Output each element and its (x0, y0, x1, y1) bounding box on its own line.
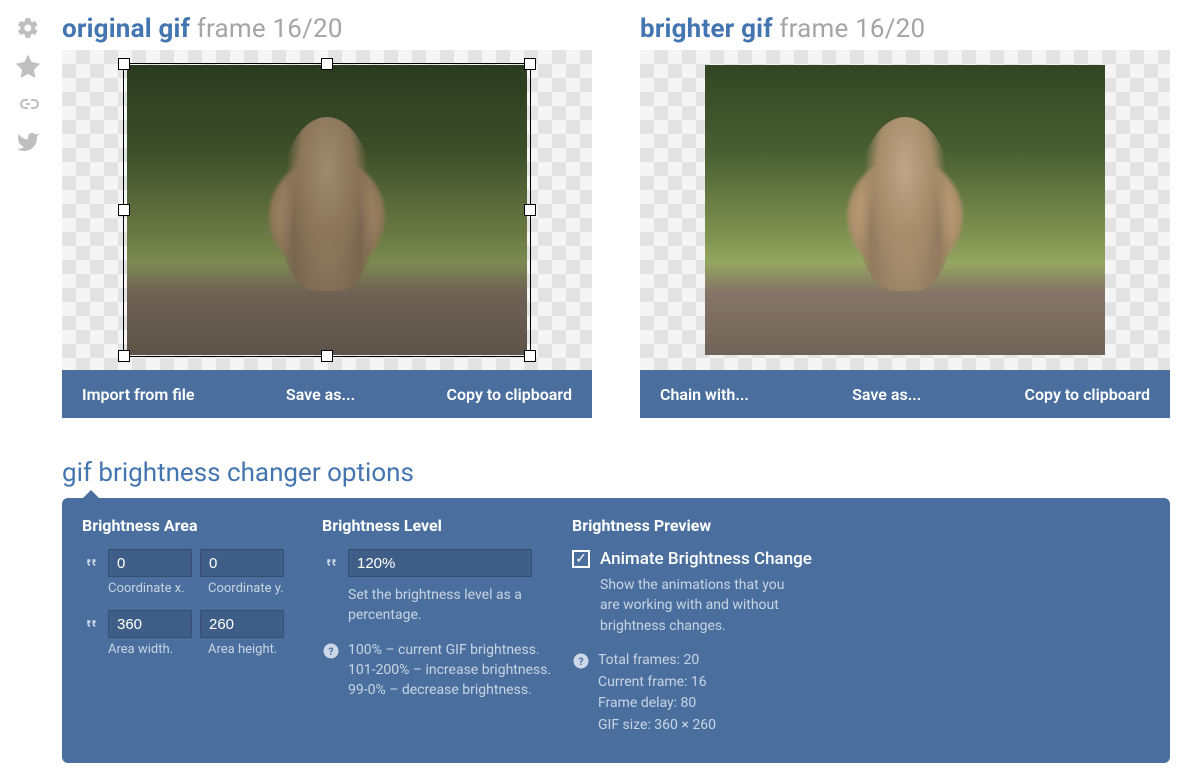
brighter-canvas[interactable] (640, 50, 1170, 370)
area-height-input[interactable] (200, 610, 284, 638)
quote-icon (82, 615, 100, 633)
help-icon: ? (322, 642, 340, 660)
crop-handle-bc[interactable] (321, 350, 333, 362)
crop-handle-mr[interactable] (524, 204, 536, 216)
level-desc: Set the brightness level as a percentage… (322, 585, 552, 626)
coord-y-input[interactable] (200, 549, 284, 577)
crop-handle-tl[interactable] (118, 58, 130, 70)
copy-clipboard-button[interactable]: Copy to clipboard (447, 385, 572, 404)
brighter-image (705, 65, 1105, 355)
crop-handle-br[interactable] (524, 350, 536, 362)
crop-handle-ml[interactable] (118, 204, 130, 216)
link-icon[interactable] (16, 92, 40, 116)
animate-checkbox[interactable]: ✓ (572, 550, 590, 568)
quote-icon (322, 554, 340, 572)
gear-icon[interactable] (16, 16, 40, 40)
brighter-heading: brighter gif frame 16/20 (640, 14, 1170, 44)
import-button[interactable]: Import from file (82, 385, 195, 404)
level-help-text: 100% – current GIF brightness. 101-200% … (348, 640, 551, 701)
brightness-level-input[interactable] (348, 549, 532, 577)
quote-icon (82, 554, 100, 572)
star-icon[interactable] (16, 54, 40, 78)
area-width-label: Area width. (108, 642, 200, 657)
svg-text:?: ? (578, 655, 583, 668)
copy-clipboard-button-2[interactable]: Copy to clipboard (1025, 385, 1150, 404)
preview-heading: Brightness Preview (572, 516, 1150, 535)
area-width-input[interactable] (108, 610, 192, 638)
save-as-button[interactable]: Save as... (286, 385, 355, 404)
crop-handle-tr[interactable] (524, 58, 536, 70)
crop-handle-tc[interactable] (321, 58, 333, 70)
save-as-button-2[interactable]: Save as... (852, 385, 921, 404)
area-height-label: Area height. (208, 642, 277, 657)
crop-handle-bl[interactable] (118, 350, 130, 362)
area-heading: Brightness Area (82, 516, 302, 535)
coord-y-label: Coordinate y. (208, 581, 284, 596)
coord-x-label: Coordinate x. (108, 581, 200, 596)
svg-text:?: ? (328, 644, 333, 657)
preview-desc: Show the animations that you are working… (572, 575, 1150, 636)
twitter-icon[interactable] (16, 130, 40, 154)
original-heading: original gif frame 16/20 (62, 14, 592, 44)
animate-checkbox-label: Animate Brightness Change (600, 549, 812, 569)
original-canvas[interactable] (62, 50, 592, 370)
chain-with-button[interactable]: Chain with... (660, 385, 749, 404)
level-heading: Brightness Level (322, 516, 552, 535)
crop-selection[interactable] (124, 64, 530, 356)
help-icon: ? (572, 652, 590, 670)
original-action-bar: Import from file Save as... Copy to clip… (62, 370, 592, 418)
preview-info: Total frames: 20 Current frame: 16 Frame… (598, 650, 716, 737)
options-title: gif brightness changer options (62, 458, 1170, 488)
coord-x-input[interactable] (108, 549, 192, 577)
brighter-action-bar: Chain with... Save as... Copy to clipboa… (640, 370, 1170, 418)
options-panel: Brightness Area Coordinate x. Coordinate… (62, 498, 1170, 763)
